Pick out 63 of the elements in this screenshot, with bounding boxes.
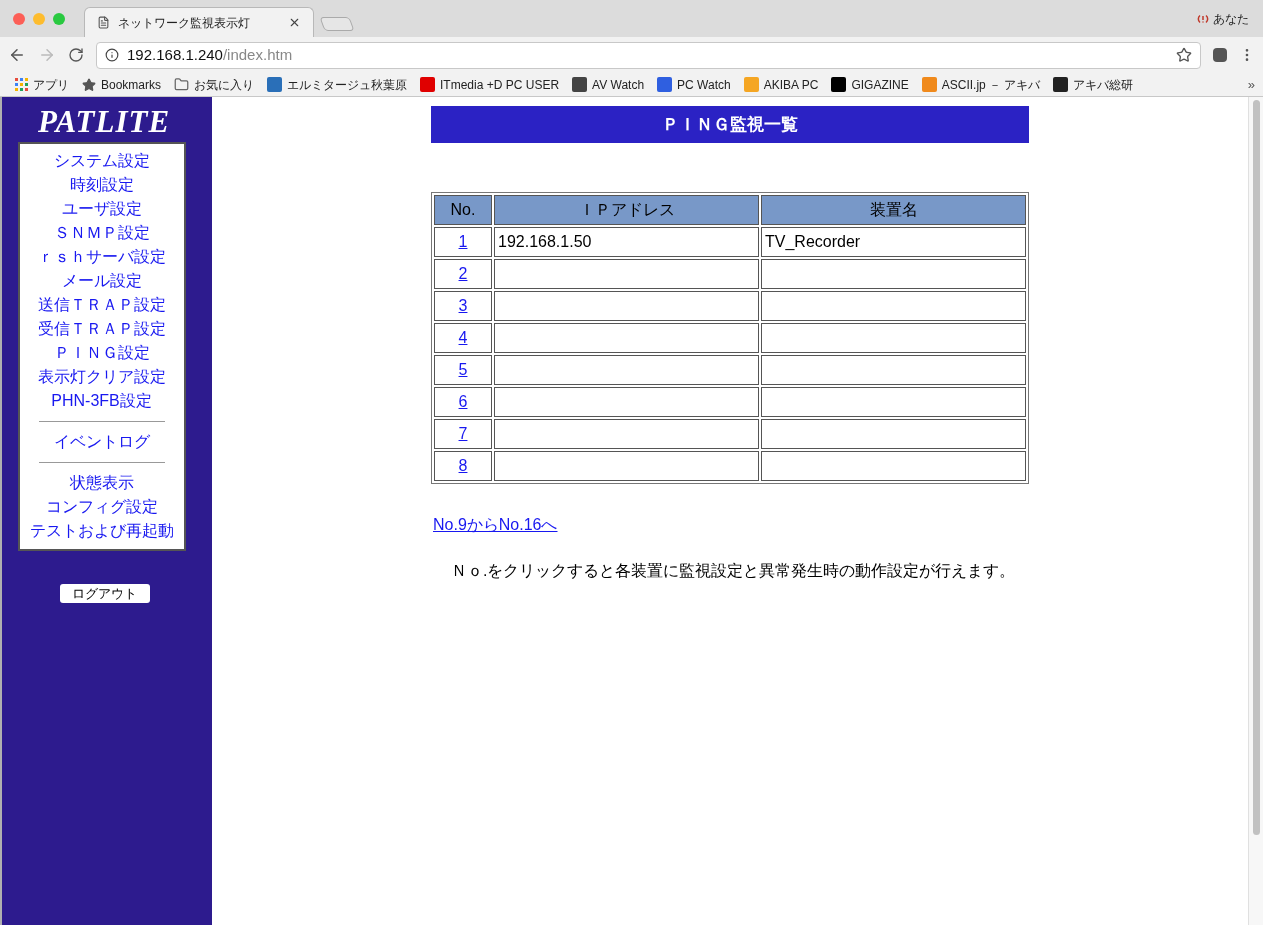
page-title-bar: ＰＩＮＧ監視一覧	[431, 106, 1029, 143]
star-icon	[82, 77, 96, 92]
menu-link[interactable]: テストおよび再起動	[29, 519, 174, 543]
logo: PATLITE	[37, 105, 171, 139]
profile-name[interactable]: あなた	[1213, 10, 1249, 28]
more-bookmarks-button[interactable]: »	[1247, 74, 1255, 95]
back-icon[interactable]	[8, 46, 26, 64]
instruction-text: Ｎｏ.をクリックすると各装置に監視設定と異常発生時の動作設定が行えます。	[451, 561, 1017, 581]
device-name-cell: TV_Recorder	[761, 227, 1026, 257]
row-number-link[interactable]: 3	[458, 297, 468, 314]
sync-error-icon[interactable]	[1197, 13, 1209, 25]
close-icon[interactable]	[288, 16, 301, 29]
menu-link[interactable]: 時刻設定	[69, 173, 134, 197]
folder-icon	[174, 77, 190, 92]
page-icon	[97, 16, 110, 29]
bookmark-item[interactable]: エルミタージュ秋葉原	[267, 75, 408, 94]
menu-link[interactable]: ユーザ設定	[61, 197, 142, 221]
menu-link[interactable]: 状態表示	[69, 471, 134, 495]
close-window-icon[interactable]	[13, 13, 25, 25]
menu-link[interactable]: 送信ＴＲＡＰ設定	[37, 293, 166, 317]
menu-link[interactable]: 表示灯クリア設定	[37, 365, 166, 389]
url-text: 192.168.1.240/index.htm	[127, 44, 294, 65]
menu-link[interactable]: PHN-3FB設定	[51, 389, 152, 413]
bookmark-item[interactable]: GIGAZINE	[831, 75, 909, 94]
menu-link[interactable]: システム設定	[53, 149, 150, 173]
browser-tab[interactable]: ネットワーク監視表示灯	[84, 7, 314, 37]
tab-title: ネットワーク監視表示灯	[118, 14, 251, 32]
info-icon	[105, 48, 119, 62]
bookmark-item[interactable]: AV Watch	[572, 75, 645, 94]
bookmark-item[interactable]: AKIBA PC	[743, 75, 819, 94]
row-number-link[interactable]: 7	[458, 425, 468, 442]
column-header: 装置名	[761, 195, 1026, 225]
row-number-link[interactable]: 4	[458, 329, 468, 346]
extension-icon[interactable]	[1213, 48, 1227, 62]
address-bar[interactable]: 192.168.1.240/index.htm	[96, 41, 1201, 69]
menu-link[interactable]: イベントログ	[53, 430, 150, 454]
column-header: No.	[434, 195, 492, 225]
bookmark-item[interactable]: Bookmarks	[82, 75, 162, 94]
row-number-link[interactable]: 5	[458, 361, 468, 378]
menu-link[interactable]: ＰＩＮＧ設定	[53, 341, 150, 365]
row-number-link[interactable]: 8	[458, 457, 468, 474]
bookmark-item[interactable]: ASCII.jp － アキバ	[921, 75, 1041, 94]
reload-icon[interactable]	[68, 47, 84, 63]
next-page-link[interactable]: No.9からNo.16へ	[433, 513, 558, 537]
scrollbar-thumb[interactable]	[1252, 100, 1260, 835]
apps-grid-icon	[15, 78, 28, 91]
logout-button[interactable]: ログアウト	[59, 584, 150, 603]
row-number-link[interactable]: 2	[458, 265, 468, 282]
bookmark-item[interactable]: PC Watch	[657, 75, 731, 94]
bookmark-item[interactable]: お気に入り	[174, 75, 255, 94]
menu-link[interactable]: コンフィグ設定	[45, 495, 158, 519]
bookmark-item[interactable]: アキバ総研	[1053, 75, 1134, 94]
ip-cell: 192.168.1.50	[494, 227, 759, 257]
row-number-link[interactable]: 1	[458, 233, 468, 250]
menu-link[interactable]: ｒｓｈサーバ設定	[37, 245, 166, 269]
column-header: ＩＰアドレス	[494, 195, 759, 225]
menu-link[interactable]: 受信ＴＲＡＰ設定	[37, 317, 166, 341]
bookmark-item[interactable]: アプリ	[15, 75, 69, 94]
menu-link[interactable]: メール設定	[61, 269, 142, 293]
row-number-link[interactable]: 6	[458, 393, 468, 410]
bookmark-star-icon[interactable]	[1176, 47, 1192, 63]
bookmark-item[interactable]: ITmedia +D PC USER	[420, 75, 560, 94]
menu-link[interactable]: ＳＮＭＰ設定	[53, 221, 150, 245]
